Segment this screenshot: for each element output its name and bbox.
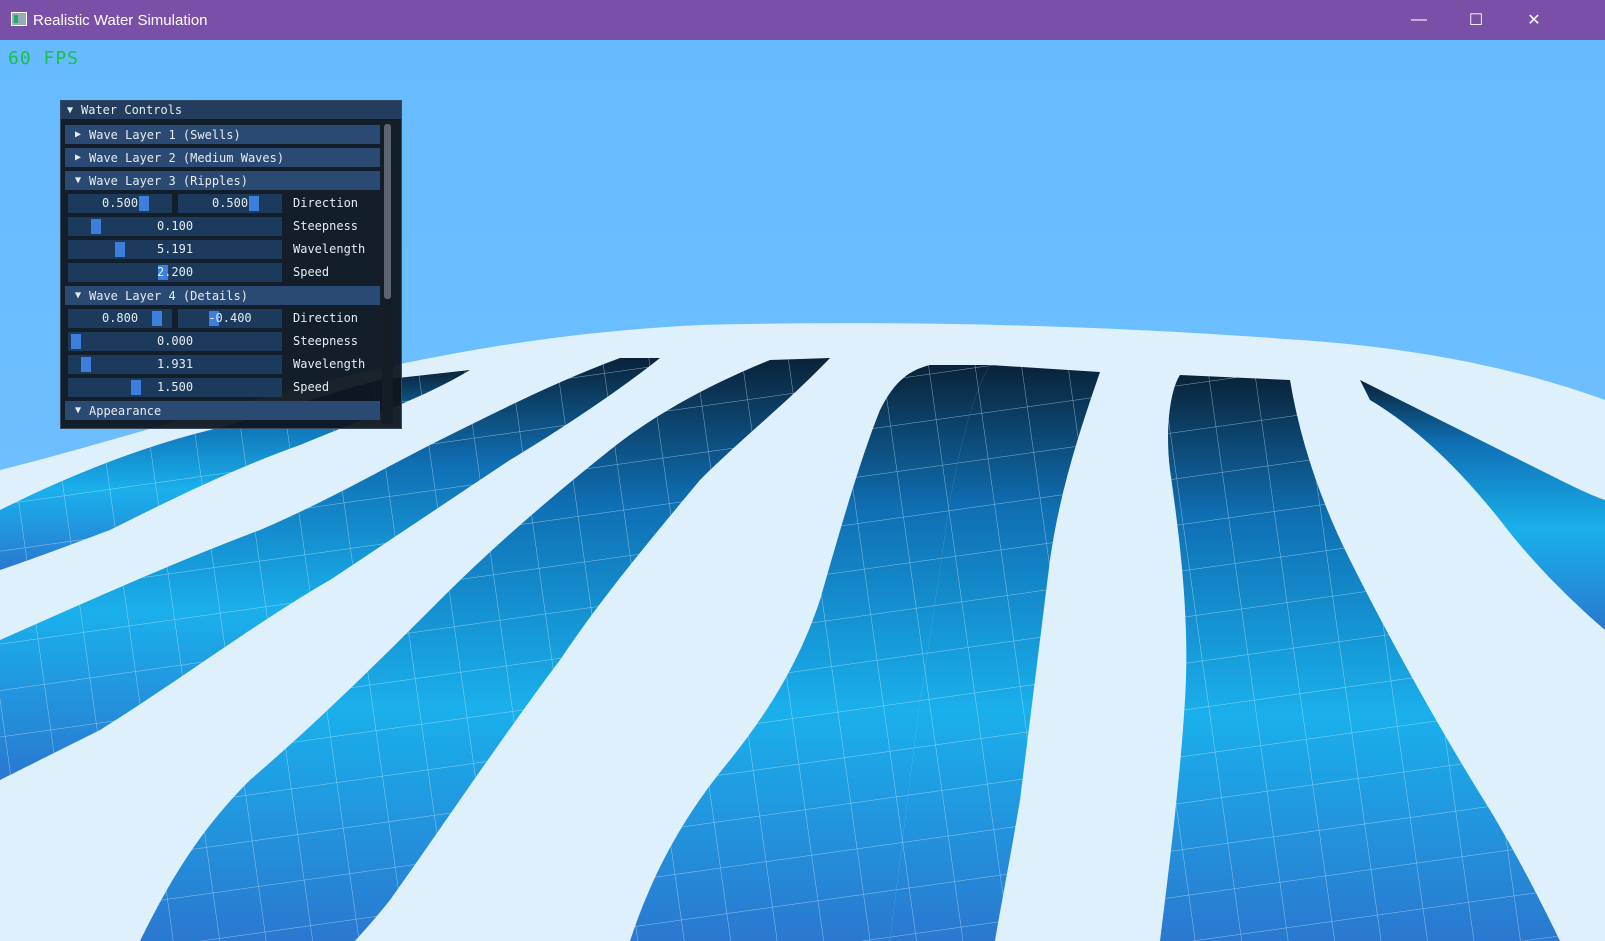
layer4-speed-slider[interactable]: 1.500 <box>68 378 282 397</box>
direction-label: Direction <box>293 311 359 325</box>
layer3-steepness-row: 0.100 Steepness <box>68 217 398 237</box>
layer3-wavelength-row: 5.191 Wavelength <box>68 240 398 260</box>
section-label: Wave Layer 1 (Swells) <box>89 127 241 142</box>
layer4-steepness-row: 0.000 Steepness <box>68 332 398 352</box>
direction-label: Direction <box>293 196 359 210</box>
speed-label: Speed <box>293 380 330 394</box>
layer3-direction-y-slider[interactable]: 0.500 <box>178 194 282 213</box>
layer4-wavelength-slider[interactable]: 1.931 <box>68 355 282 374</box>
speed-label: Speed <box>293 265 330 279</box>
section-label: Wave Layer 3 (Ripples) <box>89 173 248 188</box>
fps-counter: 60 FPS <box>8 48 80 69</box>
expand-arrow-icon: ▶ <box>75 152 82 163</box>
layer4-direction-y-slider[interactable]: -0.400 <box>178 309 282 328</box>
panel-title: Water Controls <box>81 103 183 117</box>
water-controls-panel[interactable]: ▼ Water Controls ▶ Wave Layer 1 (Swells)… <box>60 100 402 429</box>
app-icon <box>11 12 27 26</box>
collapse-arrow-icon: ▼ <box>75 175 82 186</box>
section-label: Wave Layer 4 (Details) <box>89 288 248 303</box>
section-wave-layer-4[interactable]: ▼ Wave Layer 4 (Details) <box>65 286 380 305</box>
maximize-button[interactable]: ☐ <box>1447 0 1505 40</box>
panel-header[interactable]: ▼ Water Controls <box>61 101 401 119</box>
layer4-direction-row: 0.800 -0.400 Direction <box>68 309 398 329</box>
wavelength-label: Wavelength <box>293 242 366 256</box>
layer4-steepness-slider[interactable]: 0.000 <box>68 332 282 351</box>
collapse-arrow-icon: ▼ <box>75 290 82 301</box>
steepness-label: Steepness <box>293 219 359 233</box>
minimize-button[interactable]: — <box>1390 0 1448 40</box>
section-wave-layer-3[interactable]: ▼ Wave Layer 3 (Ripples) <box>65 171 380 190</box>
wavelength-label: Wavelength <box>293 357 366 371</box>
expand-arrow-icon: ▶ <box>75 129 82 140</box>
layer3-speed-slider[interactable]: 2.200 <box>68 263 282 282</box>
section-label: Wave Layer 2 (Medium Waves) <box>89 150 285 165</box>
layer4-direction-x-slider[interactable]: 0.800 <box>68 309 172 328</box>
layer3-wavelength-slider[interactable]: 5.191 <box>68 240 282 259</box>
layer3-speed-row: 2.200 Speed <box>68 263 398 283</box>
section-wave-layer-1[interactable]: ▶ Wave Layer 1 (Swells) <box>65 125 380 144</box>
panel-body: ▶ Wave Layer 1 (Swells) ▶ Wave Layer 2 (… <box>61 120 401 427</box>
collapse-arrow-icon: ▼ <box>75 405 82 416</box>
layer4-wavelength-row: 1.931 Wavelength <box>68 355 398 375</box>
layer3-direction-x-slider[interactable]: 0.500 <box>68 194 172 213</box>
layer3-steepness-slider[interactable]: 0.100 <box>68 217 282 236</box>
steepness-label: Steepness <box>293 334 359 348</box>
section-appearance[interactable]: ▼ Appearance <box>65 401 380 420</box>
section-wave-layer-2[interactable]: ▶ Wave Layer 2 (Medium Waves) <box>65 148 380 167</box>
title-bar[interactable]: Realistic Water Simulation — ☐ ✕ <box>0 0 1605 40</box>
window-title: Realistic Water Simulation <box>33 12 208 29</box>
app-window: Realistic Water Simulation — ☐ ✕ 60 FPS … <box>0 0 1605 941</box>
collapse-arrow-icon[interactable]: ▼ <box>67 105 81 116</box>
close-button[interactable]: ✕ <box>1505 0 1563 40</box>
layer4-speed-row: 1.500 Speed <box>68 378 398 398</box>
layer3-direction-row: 0.500 0.500 Direction <box>68 194 398 214</box>
section-label: Appearance <box>89 403 162 418</box>
scrollbar-thumb[interactable] <box>384 124 391 299</box>
panel-scrollbar[interactable] <box>382 122 393 424</box>
